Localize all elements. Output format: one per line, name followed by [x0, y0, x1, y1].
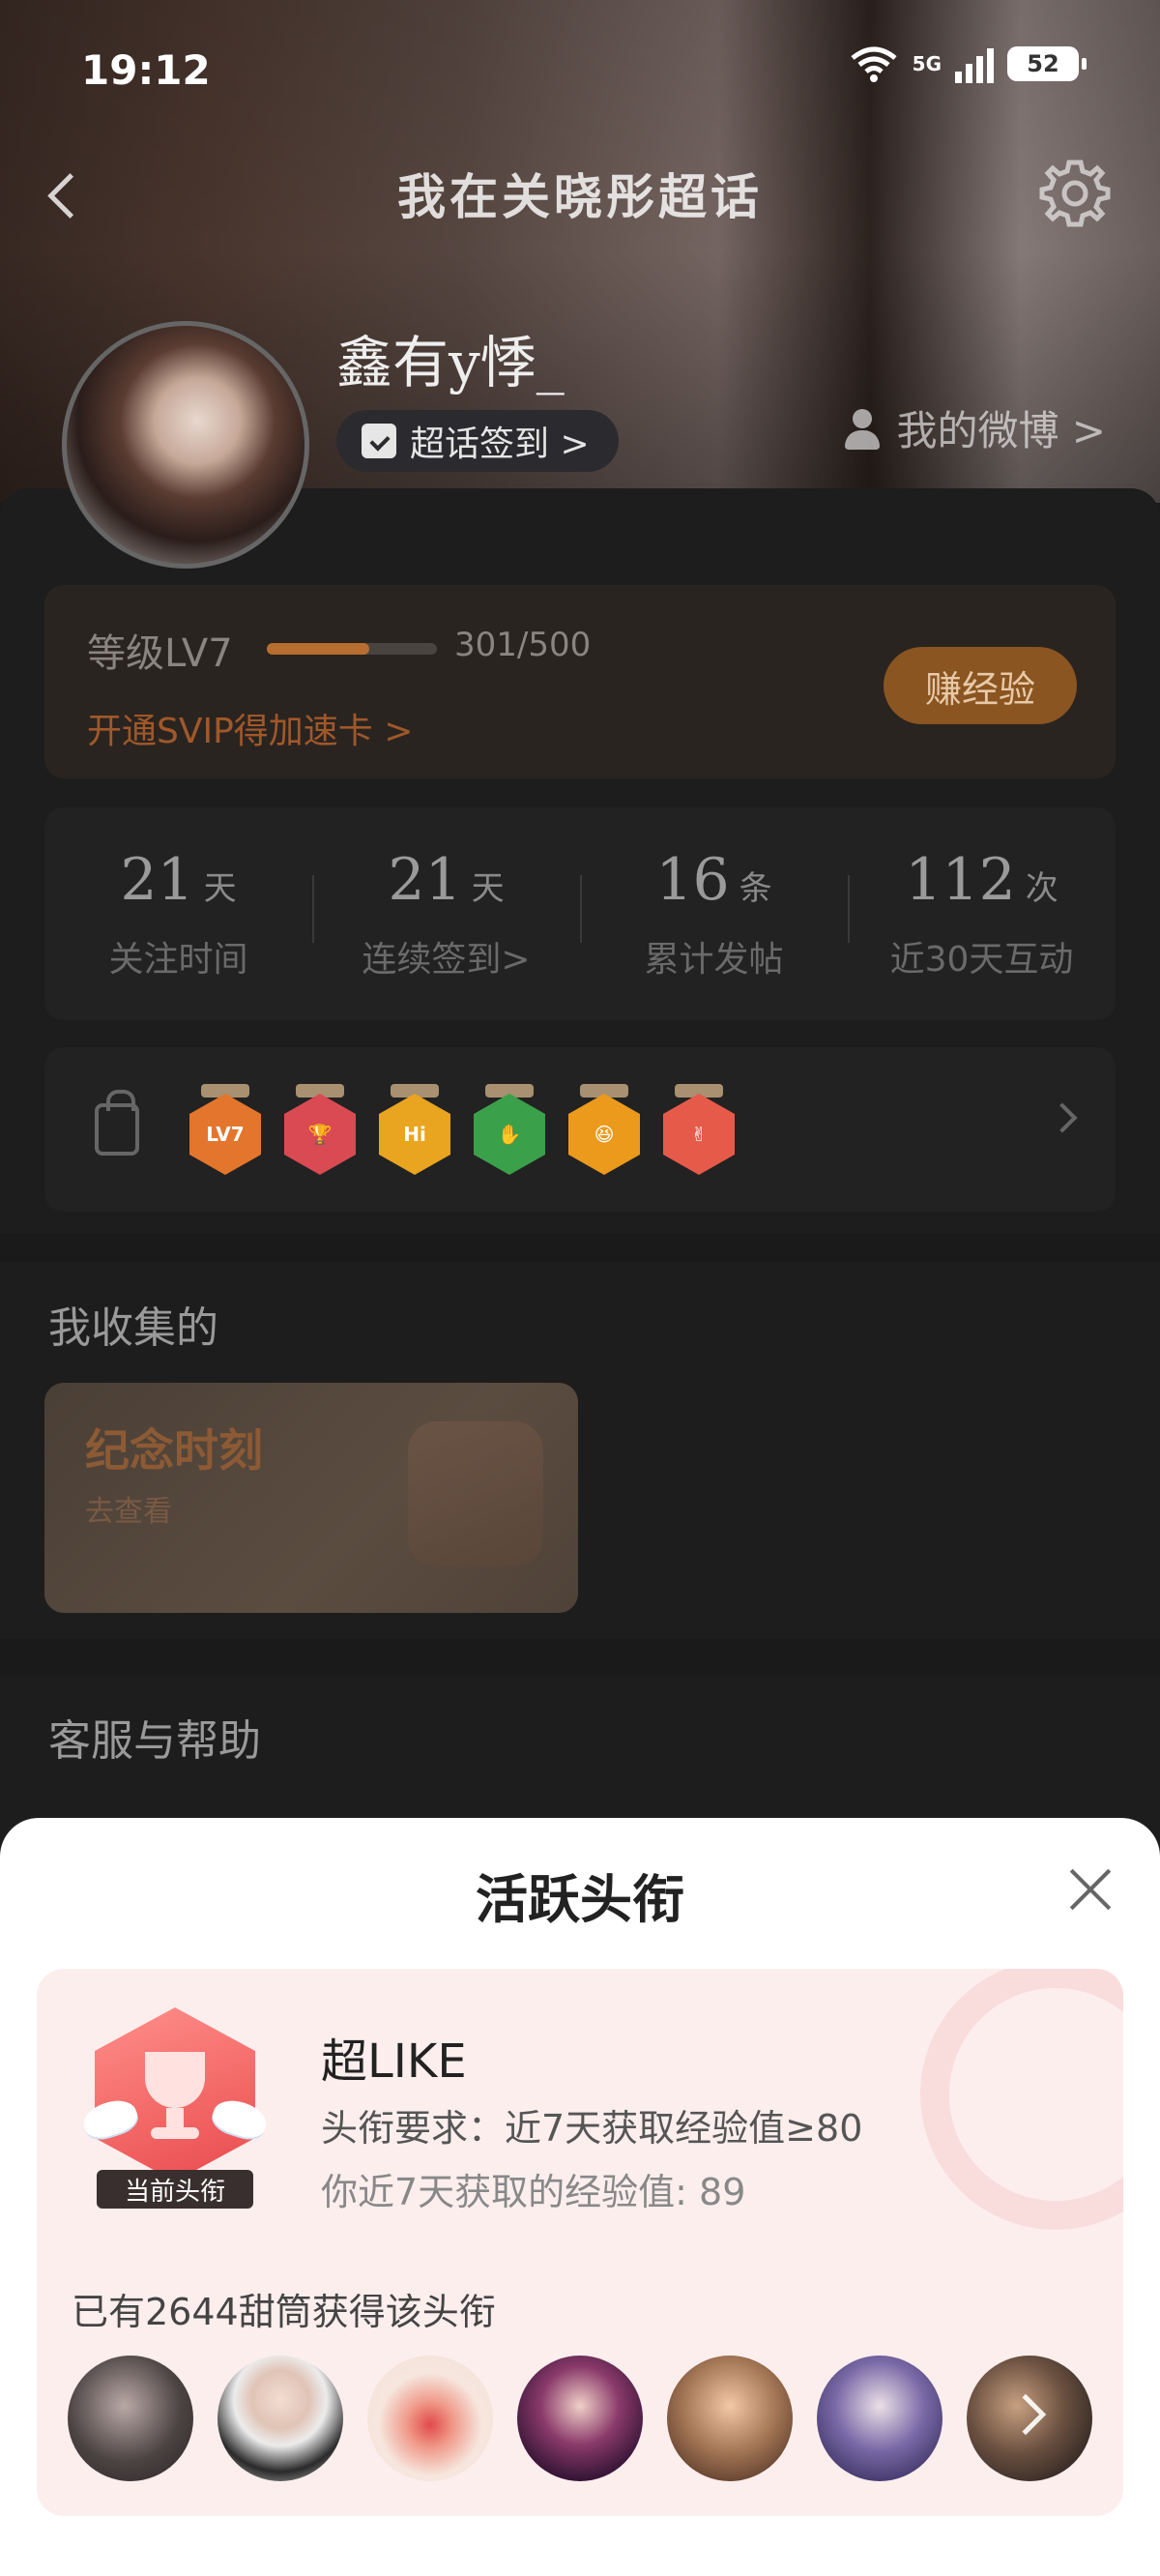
hand-icon: ✋	[474, 1094, 545, 1175]
avatar[interactable]	[667, 2356, 793, 2481]
trophy-icon: 🏆	[284, 1094, 356, 1175]
status-icons: 5G 52	[849, 44, 1087, 83]
stat-follow-time: 21 天 关注时间	[44, 846, 312, 981]
level-label: 等级LV7	[87, 631, 233, 676]
memory-moments-card[interactable]: 纪念时刻 去查看	[44, 1383, 578, 1613]
level-card: 等级LV7 301/500 开通SVIP得加速卡 > 赚经验	[44, 585, 1116, 778]
badge-finger[interactable]: ✌	[663, 1084, 735, 1175]
svip-link[interactable]: 开通SVIP得加速卡 >	[87, 703, 413, 753]
stat-label: 近30天互动	[889, 940, 1074, 980]
badge-hex: Hi	[379, 1094, 450, 1175]
level-progress-text: 301/500	[454, 626, 592, 664]
sheet-title: 活跃头衔	[476, 1869, 684, 1930]
calendar-art-icon	[408, 1421, 543, 1566]
checkin-label: 超话签到 >	[410, 424, 590, 464]
badge-hex: LV7	[189, 1094, 261, 1175]
network-type: 5G	[912, 52, 942, 75]
avatar[interactable]	[817, 2356, 942, 2481]
collected-section: 我收集的 纪念时刻 去查看	[0, 1262, 1160, 1639]
title-requirement: 头衔要求：近7天获取经验值≥80	[321, 2107, 863, 2150]
owners-count-text: 已有2644甜筒获得该头衔	[72, 2291, 496, 2333]
level-progress-fill	[267, 643, 369, 655]
badge-trophy[interactable]: 🏆	[284, 1084, 356, 1175]
username: 鑫有y悸_	[336, 330, 565, 395]
checkin-button[interactable]: 超话签到 >	[336, 410, 619, 472]
stat-checkin-streak[interactable]: 21 天 连续签到>	[312, 846, 580, 981]
avatar[interactable]	[68, 2356, 193, 2481]
help-title: 客服与帮助	[48, 1716, 261, 1766]
stat-value: 112	[905, 846, 1016, 914]
my-weibo-link[interactable]: 我的微博 >	[842, 398, 1106, 457]
wifi-icon	[851, 46, 897, 82]
more-avatars-button[interactable]	[967, 2356, 1092, 2481]
badge-lock-icon	[95, 1090, 139, 1156]
memory-card-title: 纪念时刻	[85, 1424, 263, 1477]
title-card: 当前头衔 超LIKE 头衔要求：近7天获取经验值≥80 你近7天获取的经验值: …	[37, 1969, 1123, 2516]
close-icon[interactable]	[1059, 1859, 1121, 1920]
person-icon	[842, 407, 883, 450]
battery-icon: 52	[1007, 46, 1087, 81]
collected-title: 我收集的	[48, 1303, 218, 1353]
finger-icon: ✌	[663, 1094, 735, 1175]
stat-value: 21	[120, 846, 194, 914]
badge-emoji[interactable]: 😆	[568, 1084, 640, 1175]
memory-card-sub: 去查看	[85, 1495, 172, 1529]
earn-exp-button[interactable]: 赚经验	[884, 647, 1077, 724]
top-nav: 我在关晓彤超话	[0, 145, 1160, 242]
stat-interactions: 112 次 近30天互动	[848, 846, 1116, 981]
my-weibo-label: 我的微博 >	[896, 407, 1106, 454]
stat-label: 关注时间	[108, 940, 248, 980]
stat-posts: 16 条 累计发帖	[580, 846, 848, 981]
main-panel: 等级LV7 301/500 开通SVIP得加速卡 > 赚经验 21 天 关注时间 …	[0, 488, 1160, 1233]
status-time: 19:12	[81, 46, 211, 94]
title-name: 超LIKE	[321, 2034, 467, 2089]
badges-row[interactable]: LV7 🏆 Hi ✋ 😆 ✌	[44, 1047, 1116, 1212]
laugh-icon: 😆	[568, 1094, 640, 1175]
chevron-right-icon	[1004, 2393, 1047, 2436]
badge-hand[interactable]: ✋	[474, 1084, 545, 1175]
my-exp-text: 你近7天获取的经验值: 89	[321, 2171, 746, 2213]
avatar[interactable]	[218, 2356, 343, 2481]
stats-card: 21 天 关注时间 21 天 连续签到> 16 条 累计发帖 112 次 近30天互动	[44, 807, 1116, 1020]
chevron-right-icon	[1047, 1102, 1078, 1133]
calendar-check-icon	[362, 424, 396, 458]
stat-unit: 次	[1025, 869, 1058, 908]
stat-unit: 天	[203, 869, 237, 908]
stat-unit: 天	[471, 869, 505, 908]
stat-label: 累计发帖	[644, 940, 784, 980]
page-title: 我在关晓彤超话	[397, 169, 763, 225]
gear-icon[interactable]	[1036, 155, 1114, 232]
trophy-badge-icon: 当前头衔	[79, 2007, 271, 2209]
current-title-tag: 当前头衔	[97, 2170, 253, 2209]
stat-unit: 条	[739, 869, 772, 908]
active-title-sheet: 活跃头衔 当前头衔 超LIKE 头衔要求：近7天获取经验值≥80 你近7天获取的…	[0, 1818, 1160, 2576]
avatar[interactable]	[517, 2356, 643, 2481]
stat-value: 16	[655, 846, 730, 914]
avatar[interactable]	[367, 2356, 493, 2481]
owner-avatars	[68, 2356, 1092, 2481]
user-avatar[interactable]	[62, 321, 309, 569]
signal-icon	[955, 44, 994, 83]
status-bar: 19:12 5G 52	[0, 0, 1160, 135]
stat-value: 21	[388, 846, 462, 914]
stat-label: 连续签到>	[362, 940, 531, 980]
level-progress-bar	[267, 643, 437, 655]
badge-hi[interactable]: Hi	[379, 1084, 450, 1175]
badge-lv7[interactable]: LV7	[189, 1084, 261, 1175]
